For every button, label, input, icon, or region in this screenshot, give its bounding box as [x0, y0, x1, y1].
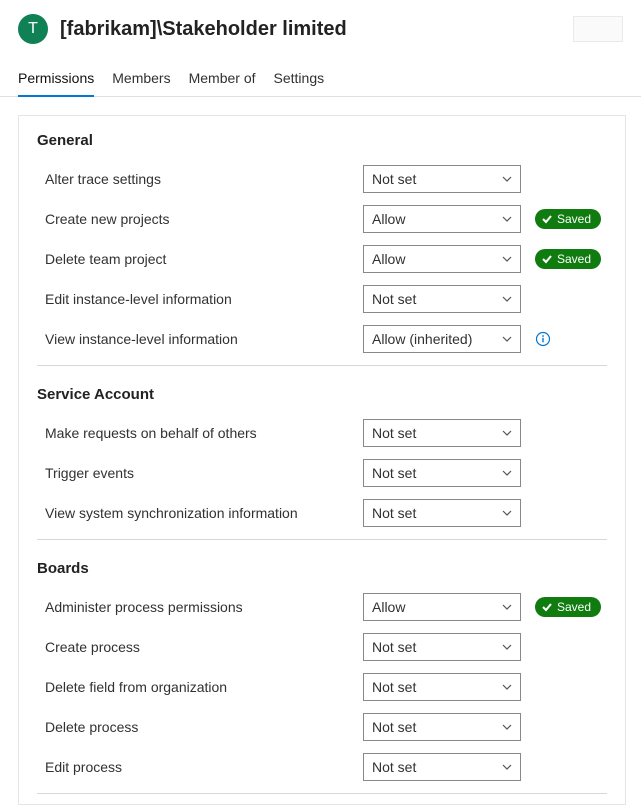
- permission-select-wrap: Not set: [363, 459, 521, 487]
- permission-row: Create new projectsAllow Saved: [37, 199, 607, 239]
- permission-label: Create new projects: [37, 211, 363, 227]
- permissions-panel: GeneralAlter trace settingsNot setCreate…: [18, 115, 626, 805]
- permission-row: Administer process permissionsAllow Saved: [37, 587, 607, 627]
- avatar: T: [18, 14, 48, 44]
- saved-badge-label: Saved: [557, 600, 591, 614]
- header-action-placeholder[interactable]: [573, 16, 623, 42]
- tab-settings[interactable]: Settings: [274, 64, 325, 96]
- permission-select[interactable]: Not set: [363, 713, 521, 741]
- permission-select-wrap: Not set: [363, 633, 521, 661]
- permission-select[interactable]: Not set: [363, 499, 521, 527]
- section-title: Service Account: [37, 386, 607, 403]
- section-boards: Boards Administer process permissionsAllo…: [37, 560, 607, 794]
- permission-row: Create processNot set: [37, 627, 607, 667]
- permission-select[interactable]: Not set: [363, 673, 521, 701]
- permission-select[interactable]: Allow (inherited): [363, 325, 521, 353]
- permission-select-wrap: Not set: [363, 673, 521, 701]
- permission-select[interactable]: Not set: [363, 419, 521, 447]
- saved-badge: Saved: [535, 597, 601, 617]
- section-title: Boards: [37, 560, 607, 577]
- permission-label: Delete field from organization: [37, 679, 363, 695]
- page-title: [fabrikam]\Stakeholder limited: [60, 18, 347, 41]
- permission-row: Delete team projectAllow Saved: [37, 239, 607, 279]
- section-general: GeneralAlter trace settingsNot setCreate…: [37, 132, 607, 366]
- permission-select[interactable]: Allow: [363, 205, 521, 233]
- permission-select-wrap: Allow: [363, 593, 521, 621]
- tab-members[interactable]: Members: [112, 64, 170, 96]
- permission-select[interactable]: Not set: [363, 633, 521, 661]
- tabs-bar: Permissions Members Member of Settings: [0, 52, 641, 97]
- saved-badge-label: Saved: [557, 212, 591, 226]
- saved-badge-label: Saved: [557, 252, 591, 266]
- permission-select[interactable]: Allow: [363, 593, 521, 621]
- permission-select-wrap: Not set: [363, 419, 521, 447]
- section-service-account: Service Account Make requests on behalf o…: [37, 386, 607, 540]
- info-icon[interactable]: [535, 331, 551, 347]
- permission-label: Delete process: [37, 719, 363, 735]
- permission-row: Delete field from organizationNot set: [37, 667, 607, 707]
- permission-row: Trigger eventsNot set: [37, 453, 607, 493]
- permission-label: Alter trace settings: [37, 171, 363, 187]
- page-header: T [fabrikam]\Stakeholder limited: [0, 0, 641, 52]
- permission-select[interactable]: Not set: [363, 459, 521, 487]
- tab-permissions[interactable]: Permissions: [18, 64, 94, 96]
- permission-label: Delete team project: [37, 251, 363, 267]
- permission-row: Edit processNot set: [37, 747, 607, 787]
- permission-select-wrap: Not set: [363, 753, 521, 781]
- permission-row: Edit instance-level informationNot set: [37, 279, 607, 319]
- permission-select[interactable]: Not set: [363, 285, 521, 313]
- permission-row: View system synchronization informationN…: [37, 493, 607, 533]
- permission-select-wrap: Not set: [363, 713, 521, 741]
- permission-row: Make requests on behalf of othersNot set: [37, 413, 607, 453]
- permission-select-wrap: Not set: [363, 165, 521, 193]
- permission-select-wrap: Allow: [363, 245, 521, 273]
- permission-label: View system synchronization information: [37, 505, 363, 521]
- permission-label: View instance-level information: [37, 331, 363, 347]
- check-icon: [541, 601, 553, 613]
- section-title: General: [37, 132, 607, 149]
- permission-row: Delete processNot set: [37, 707, 607, 747]
- permission-select-wrap: Allow (inherited): [363, 325, 521, 353]
- tab-member-of[interactable]: Member of: [189, 64, 256, 96]
- saved-badge: Saved: [535, 209, 601, 229]
- permission-row: View instance-level informationAllow (in…: [37, 319, 607, 359]
- permission-select[interactable]: Allow: [363, 245, 521, 273]
- permission-label: Edit instance-level information: [37, 291, 363, 307]
- permission-select-wrap: Not set: [363, 285, 521, 313]
- permission-select[interactable]: Not set: [363, 753, 521, 781]
- check-icon: [541, 213, 553, 225]
- permission-label: Edit process: [37, 759, 363, 775]
- permission-label: Create process: [37, 639, 363, 655]
- permission-select[interactable]: Not set: [363, 165, 521, 193]
- permission-label: Administer process permissions: [37, 599, 363, 615]
- permission-label: Make requests on behalf of others: [37, 425, 363, 441]
- check-icon: [541, 253, 553, 265]
- permission-select-wrap: Allow: [363, 205, 521, 233]
- permission-select-wrap: Not set: [363, 499, 521, 527]
- permission-label: Trigger events: [37, 465, 363, 481]
- permission-row: Alter trace settingsNot set: [37, 159, 607, 199]
- saved-badge: Saved: [535, 249, 601, 269]
